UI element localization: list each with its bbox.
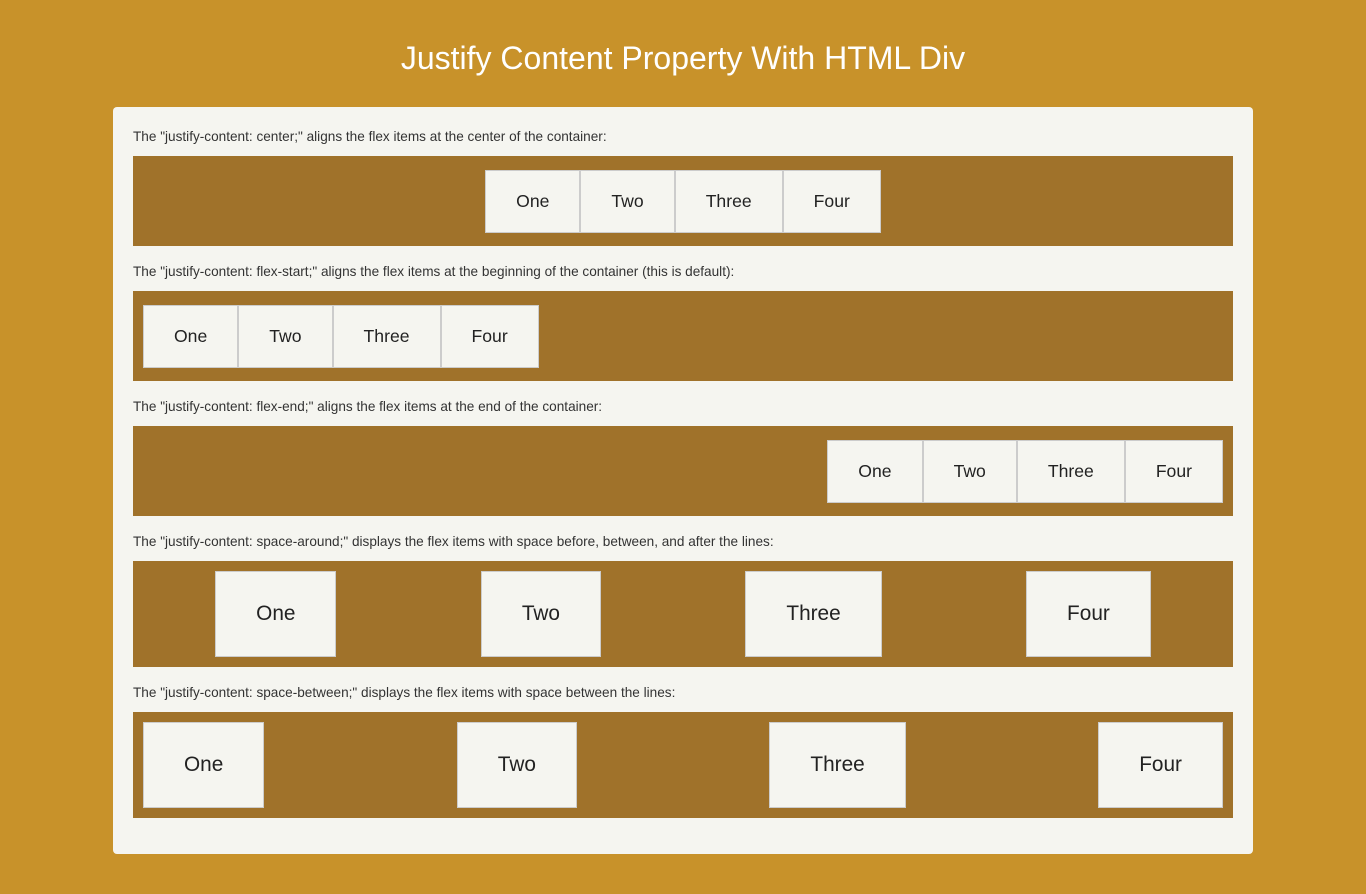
list-item: Three: [675, 170, 783, 233]
list-item: Two: [580, 170, 674, 233]
list-item: Four: [1125, 440, 1223, 503]
list-item: Four: [1026, 571, 1151, 657]
list-item: Three: [1017, 440, 1125, 503]
list-item: Two: [923, 440, 1017, 503]
flex-container-space-around: One Two Three Four: [133, 561, 1233, 667]
desc-space-between: The "justify-content: space-between;" di…: [133, 683, 1233, 702]
desc-flex-start: The "justify-content: flex-start;" align…: [133, 262, 1233, 281]
list-item: Four: [1098, 722, 1223, 808]
flex-container-flex-start: One Two Three Four: [133, 291, 1233, 381]
list-item: Two: [481, 571, 601, 657]
list-item: Three: [745, 571, 881, 657]
page-title: Justify Content Property With HTML Div: [401, 40, 965, 77]
list-item: One: [485, 170, 580, 233]
list-item: Two: [457, 722, 577, 808]
list-item: Two: [238, 305, 332, 368]
list-item: One: [143, 722, 264, 808]
list-item: One: [215, 571, 336, 657]
flex-container-center: One Two Three Four: [133, 156, 1233, 246]
flex-container-space-between: One Two Three Four: [133, 712, 1233, 818]
flex-container-flex-end: One Two Three Four: [133, 426, 1233, 516]
desc-space-around: The "justify-content: space-around;" dis…: [133, 532, 1233, 551]
list-item: One: [143, 305, 238, 368]
list-item: One: [827, 440, 922, 503]
desc-center: The "justify-content: center;" aligns th…: [133, 127, 1233, 146]
list-item: Three: [333, 305, 441, 368]
list-item: Four: [441, 305, 539, 368]
desc-flex-end: The "justify-content: flex-end;" aligns …: [133, 397, 1233, 416]
list-item: Four: [783, 170, 881, 233]
main-card: The "justify-content: center;" aligns th…: [113, 107, 1253, 854]
list-item: Three: [769, 722, 905, 808]
